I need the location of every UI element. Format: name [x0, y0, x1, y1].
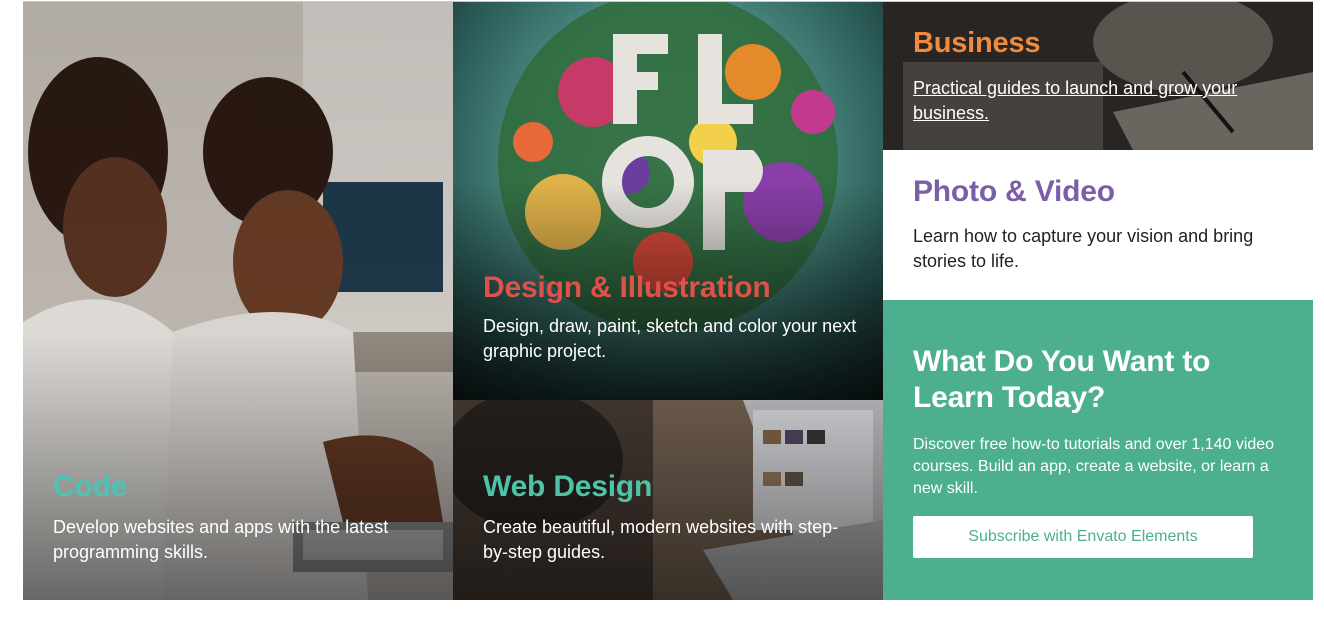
tile-design-illustration[interactable]: Design & Illustration Design, draw, pain… [453, 2, 883, 400]
learn-content: What Do You Want to Learn Today? Discove… [913, 344, 1293, 558]
business-content: Business Practical guides to launch and … [913, 26, 1293, 126]
code-title[interactable]: Code [53, 469, 433, 505]
learn-description: Discover free how-to tutorials and over … [913, 436, 1275, 497]
photo-video-content: Photo & Video Learn how to capture your … [913, 174, 1293, 274]
web-design-content: Web Design Create beautiful, modern webs… [483, 469, 863, 565]
design-title[interactable]: Design & Illustration [483, 270, 863, 306]
tile-business[interactable]: Business Practical guides to launch and … [883, 2, 1313, 150]
tile-code[interactable]: Code Develop websites and apps with the … [23, 2, 453, 600]
design-description: Design, draw, paint, sketch and color yo… [483, 316, 857, 361]
tile-photo-video[interactable]: Photo & Video Learn how to capture your … [883, 150, 1313, 300]
learn-title: What Do You Want to Learn Today? [913, 345, 1211, 414]
design-content: Design & Illustration Design, draw, pain… [483, 270, 863, 364]
photo-video-title[interactable]: Photo & Video [913, 174, 1293, 210]
business-title[interactable]: Business [913, 26, 1293, 60]
code-content: Code Develop websites and apps with the … [53, 469, 433, 565]
code-description: Develop websites and apps with the lates… [53, 517, 389, 562]
tile-web-design[interactable]: Web Design Create beautiful, modern webs… [453, 400, 883, 600]
subscribe-envato-elements-button[interactable]: Subscribe with Envato Elements [913, 516, 1253, 558]
business-description-link[interactable]: Practical guides to launch and grow your… [913, 76, 1293, 126]
photo-video-description: Learn how to capture your vision and bri… [913, 226, 1254, 271]
learn-promo-panel: What Do You Want to Learn Today? Discove… [883, 300, 1313, 600]
web-design-title[interactable]: Web Design [483, 469, 863, 505]
web-design-description: Create beautiful, modern websites with s… [483, 517, 839, 562]
category-grid: Code Develop websites and apps with the … [23, 1, 1313, 600]
